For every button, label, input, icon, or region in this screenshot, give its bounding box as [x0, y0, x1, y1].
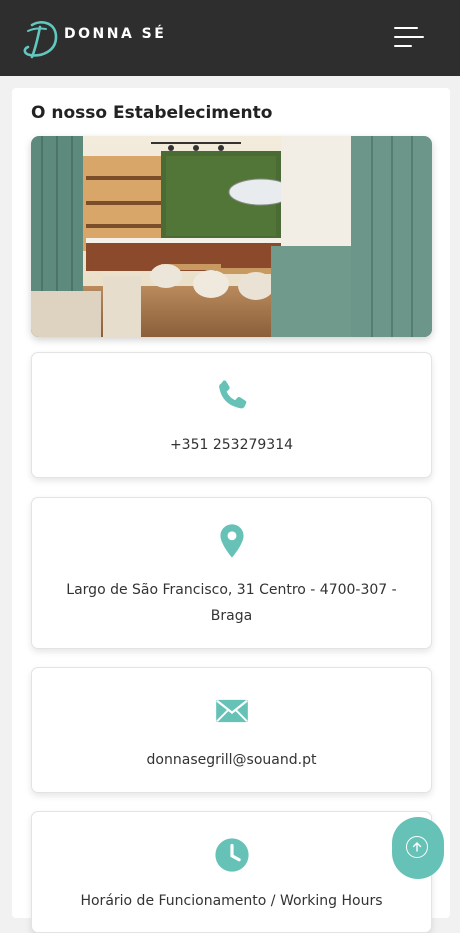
top-navigation-bar: DONNA SÉ — [0, 0, 460, 76]
clock-icon — [213, 836, 251, 874]
phone-card[interactable]: +351 253279314 — [31, 352, 432, 478]
phone-icon — [213, 377, 251, 415]
mail-icon — [213, 692, 251, 730]
scroll-to-top-button[interactable] — [392, 817, 444, 879]
email-address: donnasegrill@souand.pt — [146, 752, 317, 768]
section-title: O nosso Estabelecimento — [31, 103, 273, 123]
hamburger-menu-icon[interactable] — [390, 24, 426, 52]
hours-card[interactable]: Horário de Funcionamento / Working Hours — [31, 811, 432, 933]
restaurant-photo — [31, 136, 432, 337]
phone-number: +351 253279314 — [169, 437, 294, 453]
address-text: Largo de São Francisco, 31 Centro - 4700… — [66, 582, 397, 624]
email-card[interactable]: donnasegrill@souand.pt — [31, 667, 432, 793]
address-card[interactable]: Largo de São Francisco, 31 Centro - 4700… — [31, 497, 432, 649]
logo-icon[interactable] — [22, 17, 62, 61]
working-hours-text: Horário de Funcionamento / Working Hours — [80, 893, 383, 909]
map-pin-icon — [213, 522, 251, 560]
brand-name[interactable]: DONNA SÉ — [64, 26, 166, 42]
arrow-up-icon — [406, 836, 428, 858]
